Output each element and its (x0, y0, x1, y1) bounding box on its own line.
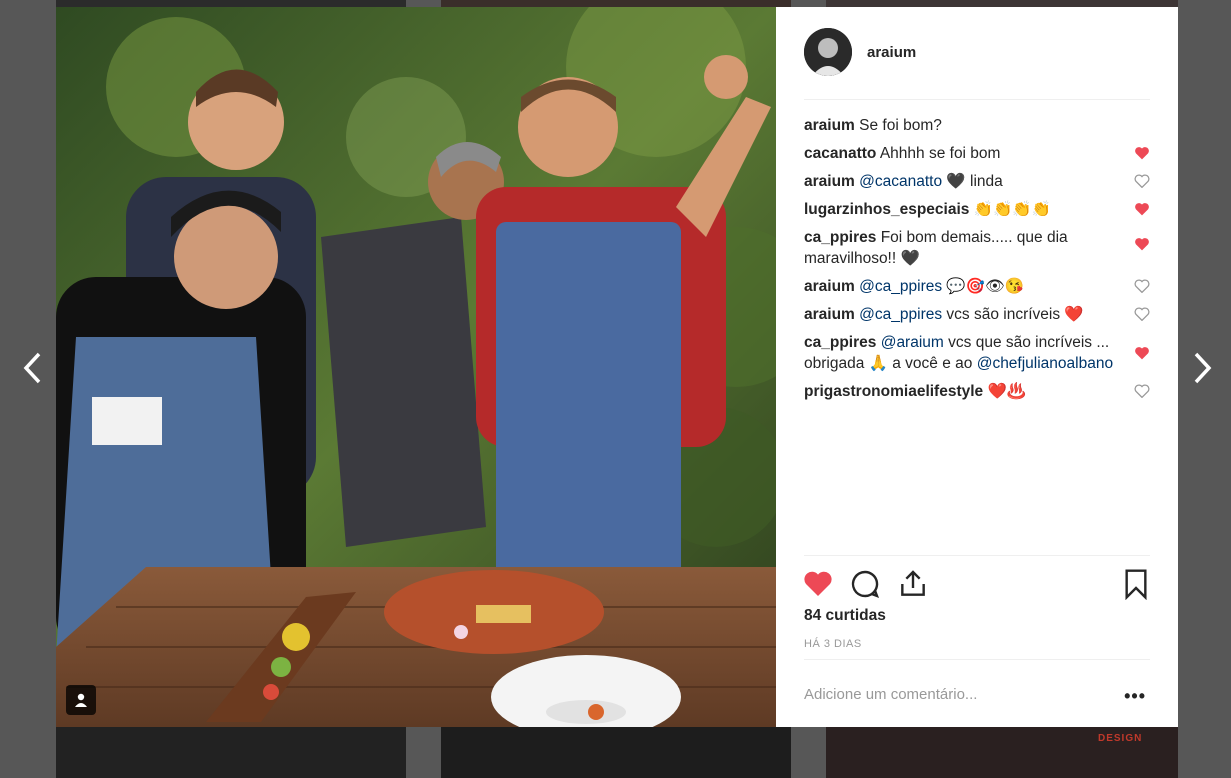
chevron-left-icon (23, 352, 41, 384)
background-tile (441, 0, 791, 7)
comment-item: lugarzinhos_especiais 👏👏👏👏 (804, 199, 1150, 220)
comment-like-heart-icon[interactable] (1134, 279, 1150, 293)
bookmark-icon[interactable] (1120, 568, 1152, 600)
comment-item: ca_ppires @araium vcs que são incríveis … (804, 332, 1150, 374)
comment-text: 🖤 linda (946, 173, 1003, 190)
comment-mention[interactable]: @araium (881, 334, 944, 351)
share-icon[interactable] (897, 568, 929, 600)
comment-mention[interactable]: @ca_ppires (859, 306, 942, 323)
next-post-button[interactable] (1190, 350, 1214, 386)
comment-username[interactable]: ca_ppires (804, 229, 876, 246)
post-detail-panel: araium araium Se foi bom? cacanatto Ahhh… (776, 7, 1178, 727)
likes-count[interactable]: 84 curtidas (804, 607, 886, 625)
comment-username[interactable]: cacanatto (804, 145, 876, 162)
comment-username[interactable]: araium (804, 278, 855, 295)
comment-icon[interactable] (849, 568, 881, 600)
comment-mention[interactable]: @cacanatto (859, 173, 942, 190)
comment-username[interactable]: lugarzinhos_especiais (804, 201, 969, 218)
post-header: araium (804, 28, 1150, 100)
background-tile[interactable] (56, 727, 406, 778)
post-photo-illustration (56, 7, 776, 727)
comment-like-heart-icon[interactable] (1134, 237, 1150, 251)
post-author-username[interactable]: araium (867, 44, 916, 61)
comment-text: ❤️♨️ (987, 383, 1027, 400)
heart-icon[interactable] (802, 568, 834, 600)
chevron-right-icon (1194, 352, 1212, 384)
comment-item: prigastronomiaelifestyle ❤️♨️ (804, 381, 1150, 402)
post-photo[interactable] (56, 7, 776, 727)
comment-item: araium @ca_ppires 💬🎯👁😘 (804, 276, 1150, 297)
comment-username[interactable]: ca_ppires (804, 334, 876, 351)
comment-username[interactable]: araium (804, 173, 855, 190)
more-options-icon[interactable]: ••• (1124, 686, 1146, 707)
comment-text: Se foi bom? (859, 117, 942, 134)
previous-post-button[interactable] (21, 350, 45, 386)
comments-list: araium Se foi bom? cacanatto Ahhhh se fo… (804, 115, 1150, 409)
comment-text: 💬🎯👁😘 (946, 278, 1024, 295)
comment-text: Ahhhh se foi bom (879, 145, 1001, 162)
comment-input[interactable]: Adicione um comentário... (804, 686, 977, 703)
comment-like-heart-icon[interactable] (1134, 307, 1150, 321)
comment-mention[interactable]: @ca_ppires (859, 278, 942, 295)
comment-item: ca_ppires Foi bom demais..... que dia ma… (804, 227, 1150, 269)
background-tile (826, 0, 1178, 7)
comment-username[interactable]: araium (804, 306, 855, 323)
post-timestamp[interactable]: HÁ 3 DIAS (804, 638, 862, 650)
post-actions (804, 555, 1150, 615)
comment-mention[interactable]: @chefjulianoalbano (977, 355, 1113, 372)
comment-item: araium Se foi bom? (804, 115, 1150, 136)
comment-like-heart-icon[interactable] (1134, 146, 1150, 160)
comment-text: vcs são incríveis ❤️ (946, 306, 1084, 323)
comment-item: cacanatto Ahhhh se foi bom (804, 143, 1150, 164)
background-tile-caption: DESIGN (1098, 733, 1143, 744)
avatar[interactable] (804, 28, 852, 76)
user-tag-icon[interactable] (66, 685, 96, 715)
comment-like-heart-icon[interactable] (1134, 384, 1150, 398)
comment-text: 👏👏👏👏 (973, 201, 1051, 218)
comment-like-heart-icon[interactable] (1134, 202, 1150, 216)
background-tile (56, 0, 406, 7)
background-tile[interactable] (441, 727, 791, 778)
comment-username[interactable]: prigastronomiaelifestyle (804, 383, 983, 400)
comment-username[interactable]: araium (804, 117, 855, 134)
comment-item: araium @ca_ppires vcs são incríveis ❤️ (804, 304, 1150, 325)
comment-like-heart-icon[interactable] (1134, 174, 1150, 188)
comment-item: araium @cacanatto 🖤 linda (804, 171, 1150, 192)
comment-like-heart-icon[interactable] (1134, 346, 1150, 360)
add-comment-bar: Adicione um comentário... ••• (804, 659, 1150, 727)
